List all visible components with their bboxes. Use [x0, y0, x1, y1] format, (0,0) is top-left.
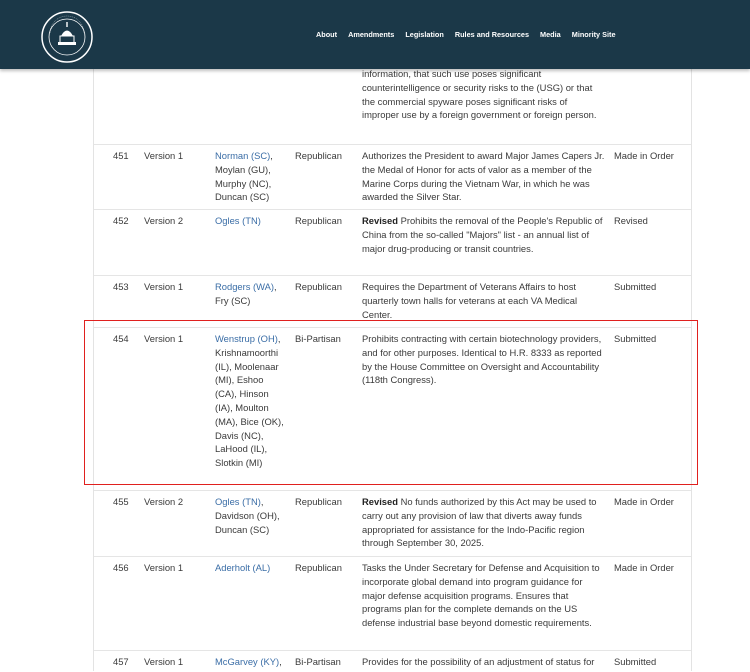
amendment-party: Bi-Partisan [295, 333, 341, 344]
amendment-description: Tasks the Under Secretary for Defense an… [362, 562, 600, 629]
table-row: 455 Version 2 Ogles (TN), Davidson (OH),… [94, 490, 691, 549]
amendment-sponsors: Ogles (TN) [215, 214, 287, 228]
amendment-version: Version 1 [144, 562, 184, 573]
nav-media[interactable]: Media [540, 30, 561, 39]
table-row: 456 Version 1 Aderholt (AL) Republican T… [94, 556, 691, 643]
amendment-party: Bi-Partisan [295, 656, 341, 667]
amendment-number: 451 [113, 150, 129, 161]
amendment-status: Made in Order [614, 150, 674, 161]
nav-amendments[interactable]: Amendments [348, 30, 394, 39]
sponsor-link[interactable]: McGarvey (KY) [215, 656, 279, 667]
cosponsors: , Krishnamoorthi (IL), Moolenaar (MI), E… [215, 333, 284, 469]
table-row: 457 Version 1 McGarvey (KY), Calvert (CA… [94, 650, 691, 672]
nav-rules-and-resources[interactable]: Rules and Resources [455, 30, 529, 39]
amendment-number: 455 [113, 496, 129, 507]
table-row-partial: information, that such use poses signifi… [94, 67, 691, 138]
site-header: About Amendments Legislation Rules and R… [0, 0, 750, 69]
committee-seal-logo[interactable] [41, 11, 93, 63]
amendment-status: Submitted [614, 281, 657, 292]
amendment-party: Republican [295, 562, 342, 573]
amendments-table: information, that such use poses signifi… [93, 67, 692, 672]
table-row: 451 Version 1 Norman (SC), Moylan (GU), … [94, 144, 691, 203]
amendment-version: Version 1 [144, 656, 184, 667]
amendment-description: Authorizes the President to award Major … [362, 150, 605, 203]
amendment-version: Version 1 [144, 281, 184, 292]
amendment-sponsors: Wenstrup (OH), Krishnamoorthi (IL), Mool… [215, 332, 287, 470]
amendment-sponsors: McGarvey (KY), Calvert (CA) [215, 655, 287, 672]
amendment-number: 453 [113, 281, 129, 292]
revised-label: Revised [362, 496, 398, 507]
nav-minority-site[interactable]: Minority Site [572, 30, 616, 39]
nav-about[interactable]: About [316, 30, 337, 39]
amendment-description: Requires the Department of Veterans Affa… [362, 281, 578, 320]
amendment-status: Made in Order [614, 496, 674, 507]
sponsor-link[interactable]: Ogles (TN) [215, 496, 261, 507]
amendment-status: Submitted [614, 656, 657, 667]
amendment-version: Version 1 [144, 150, 184, 161]
amendment-status: Revised [614, 215, 648, 226]
amendment-description: Provides for the possibility of an adjus… [362, 656, 595, 672]
amendment-party: Republican [295, 215, 342, 226]
amendment-description: Revised No funds authorized by this Act … [362, 496, 597, 549]
amendment-party: Republican [295, 496, 342, 507]
amendment-sponsors: Aderholt (AL) [215, 561, 287, 575]
amendment-party: Republican [295, 281, 342, 292]
amendment-version: Version 2 [144, 496, 184, 507]
sponsor-link[interactable]: Rodgers (WA) [215, 281, 274, 292]
amendment-description: information, that such use poses signifi… [362, 68, 597, 121]
amendment-number: 454 [113, 333, 129, 344]
sponsor-link[interactable]: Wenstrup (OH) [215, 333, 278, 344]
amendment-party: Republican [295, 150, 342, 161]
sponsor-link[interactable]: Aderholt (AL) [215, 562, 270, 573]
amendment-number: 457 [113, 656, 129, 667]
table-row: 453 Version 1 Rodgers (WA), Fry (SC) Rep… [94, 275, 691, 320]
table-row: 452 Version 2 Ogles (TN) Republican Revi… [94, 209, 691, 268]
amendment-sponsors: Ogles (TN), Davidson (OH), Duncan (SC) [215, 495, 287, 536]
amendment-version: Version 1 [144, 333, 184, 344]
amendment-status: Made in Order [614, 562, 674, 573]
nav-legislation[interactable]: Legislation [405, 30, 444, 39]
amendment-description: Prohibits contracting with certain biote… [362, 333, 602, 386]
main-nav: About Amendments Legislation Rules and R… [316, 0, 616, 69]
amendment-version: Version 2 [144, 215, 184, 226]
amendment-description: Revised Prohibits the removal of the Peo… [362, 215, 603, 254]
amendment-number: 452 [113, 215, 129, 226]
table-row-highlighted: 454 Version 1 Wenstrup (OH), Krishnamoor… [94, 327, 691, 482]
sponsor-link[interactable]: Norman (SC) [215, 150, 270, 161]
amendment-number: 456 [113, 562, 129, 573]
amendment-sponsors: Norman (SC), Moylan (GU), Murphy (NC), D… [215, 149, 287, 204]
revised-label: Revised [362, 215, 398, 226]
amendment-status: Submitted [614, 333, 657, 344]
amendment-sponsors: Rodgers (WA), Fry (SC) [215, 280, 287, 308]
sponsor-link[interactable]: Ogles (TN) [215, 215, 261, 226]
